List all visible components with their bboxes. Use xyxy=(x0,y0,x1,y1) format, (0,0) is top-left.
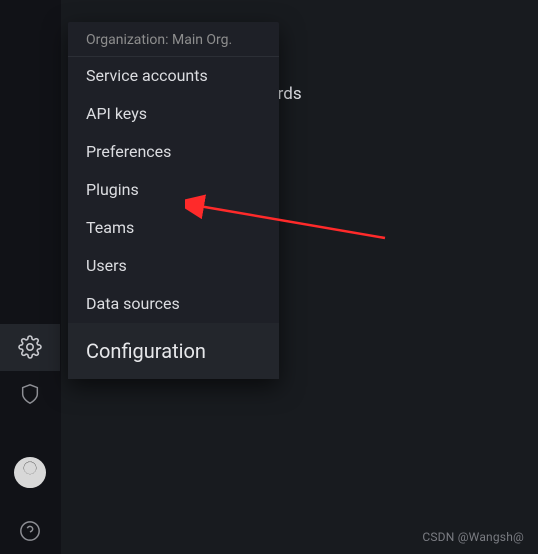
menu-item-teams[interactable]: Teams xyxy=(68,209,279,247)
sidebar-admin[interactable] xyxy=(0,371,60,417)
menu-item-preferences[interactable]: Preferences xyxy=(68,133,279,171)
popup-org-header: Organization: Main Org. xyxy=(68,22,279,57)
shield-icon xyxy=(19,383,41,405)
menu-item-data-sources[interactable]: Data sources xyxy=(68,285,279,323)
sidebar-help[interactable] xyxy=(0,508,60,554)
sidebar-configuration[interactable] xyxy=(0,324,60,370)
popup-title-configuration[interactable]: Configuration xyxy=(68,323,279,379)
menu-item-users[interactable]: Users xyxy=(68,247,279,285)
watermark: CSDN @Wangsh@ xyxy=(422,530,524,544)
menu-item-api-keys[interactable]: API keys xyxy=(68,95,279,133)
help-icon xyxy=(19,520,41,542)
menu-item-plugins[interactable]: Plugins xyxy=(68,171,279,209)
avatar[interactable] xyxy=(14,457,46,488)
menu-item-service-accounts[interactable]: Service accounts xyxy=(68,57,279,95)
sidebar xyxy=(0,0,60,554)
gear-icon xyxy=(18,335,42,359)
configuration-popup: Organization: Main Org. Service accounts… xyxy=(68,22,279,379)
